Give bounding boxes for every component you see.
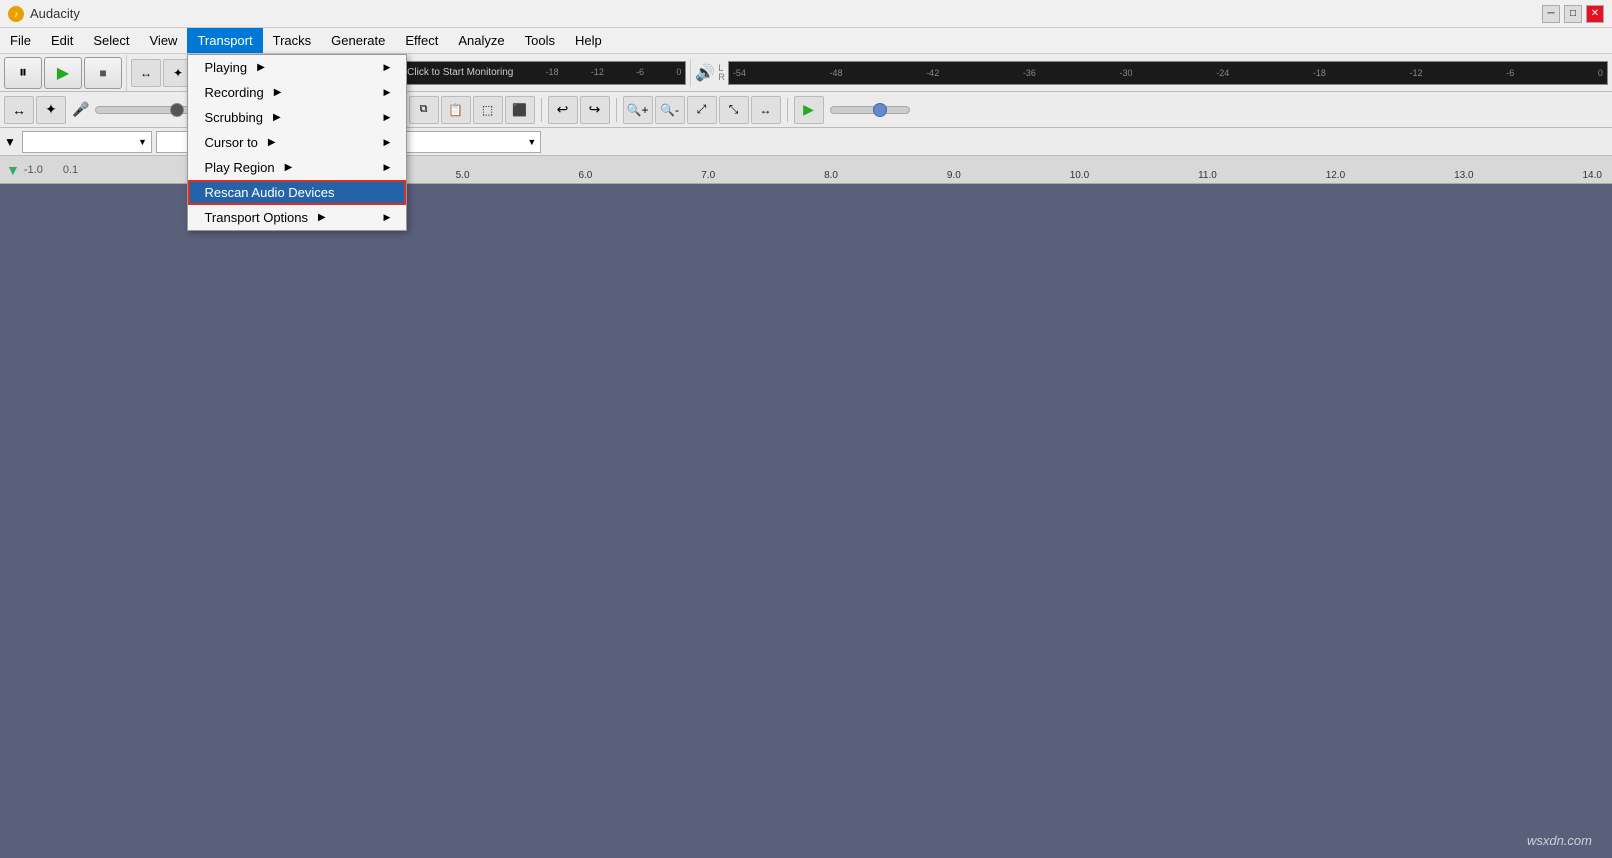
menu-analyze[interactable]: Analyze [448,28,514,53]
submenu-arrow: ▶ [273,112,281,123]
menu-item-rescan[interactable]: Rescan Audio Devices [188,180,406,205]
menu-item-scrubbing[interactable]: Scrubbing ▶ [188,105,406,130]
zoom-out-button[interactable]: 🔍- [655,96,685,124]
menu-select[interactable]: Select [83,28,139,53]
play-button[interactable]: ▶ [44,57,82,89]
pause-button[interactable]: ⏸ [4,57,42,89]
menu-item-play-region[interactable]: Play Region ▶ [188,155,406,180]
zoom-in-button[interactable]: 🔍+ [623,96,653,124]
menu-generate[interactable]: Generate [321,28,395,53]
menu-effect[interactable]: Effect [395,28,448,53]
submenu-arrow: ▶ [257,62,265,73]
zoom-width-button[interactable]: ↔ [751,96,781,124]
paste-button[interactable]: 📋 [441,96,471,124]
input-volume-slider[interactable] [95,106,195,114]
select-tool[interactable]: ↔ [4,96,34,124]
speaker-icon: 🔊 [695,63,715,83]
menu-item-cursor-to[interactable]: Cursor to ▶ [188,130,406,155]
submenu-arrow: ▶ [285,162,293,173]
playhead-icon: ▼ [6,162,20,178]
menu-help[interactable]: Help [565,28,612,53]
submenu-arrow: ▶ [268,137,276,148]
menu-view[interactable]: View [140,28,188,53]
menu-edit[interactable]: Edit [41,28,83,53]
trim-button[interactable]: ⬚ [473,96,503,124]
zoom-sel-button[interactable]: ⤡ [719,96,749,124]
mic-icon-2: 🎤 [72,101,89,118]
undo-button[interactable]: ↩ [548,96,578,124]
monitoring-text[interactable]: Click to Start Monitoring [407,67,513,78]
menu-bar: File Edit Select View Transport Playing … [0,28,1612,54]
title-bar: ♪ Audacity ─ □ ✕ [0,0,1612,28]
app-title: Audacity [30,6,80,21]
close-button[interactable]: ✕ [1586,5,1604,23]
stop-button[interactable]: ■ [84,57,122,89]
menu-transport[interactable]: Transport Playing ▶ Recording ▶ Scrubbin… [187,28,262,53]
selection-tool[interactable]: ↔ [131,59,161,87]
playback-speed-slider[interactable] [830,106,910,114]
audio-host-label: ▼ [4,135,16,149]
watermark: wsxdn.com [1527,833,1592,848]
menu-tracks[interactable]: Tracks [263,28,322,53]
window-controls: ─ □ ✕ [1542,5,1604,23]
multi-tool[interactable]: ✦ [36,96,66,124]
submenu-arrow: ▶ [318,212,326,223]
output-meter[interactable]: -54 -48 -42 -36 -30 -24 -18 -12 -6 0 [728,61,1608,85]
redo-button[interactable]: ↪ [580,96,610,124]
audio-host-select[interactable]: ▼ [22,131,152,153]
menu-item-playing[interactable]: Playing ▶ [188,55,406,80]
silence-button[interactable]: ⬛ [505,96,535,124]
transport-dropdown-menu: Playing ▶ Recording ▶ Scrubbing ▶ Cursor… [187,54,407,231]
maximize-button[interactable]: □ [1564,5,1582,23]
submenu-arrow: ▶ [274,87,282,98]
minimize-button[interactable]: ─ [1542,5,1560,23]
menu-file[interactable]: File [0,28,41,53]
copy-button[interactable]: ⧉ [409,96,439,124]
main-content [0,184,1612,830]
menu-item-transport-options[interactable]: Transport Options ▶ [188,205,406,230]
menu-tools[interactable]: Tools [515,28,565,53]
ruler-marks-area: 3.0 4.0 5.0 6.0 7.0 8.0 9.0 10.0 11.0 12… [200,156,1612,183]
ruler-left-panel: ▼ -1.0 0.1 [0,156,200,183]
menu-item-recording[interactable]: Recording ▶ [188,80,406,105]
zoom-fit-button[interactable]: ⤢ [687,96,717,124]
play-once-button[interactable]: ▶ [794,96,824,124]
app-icon: ♪ [8,6,24,22]
